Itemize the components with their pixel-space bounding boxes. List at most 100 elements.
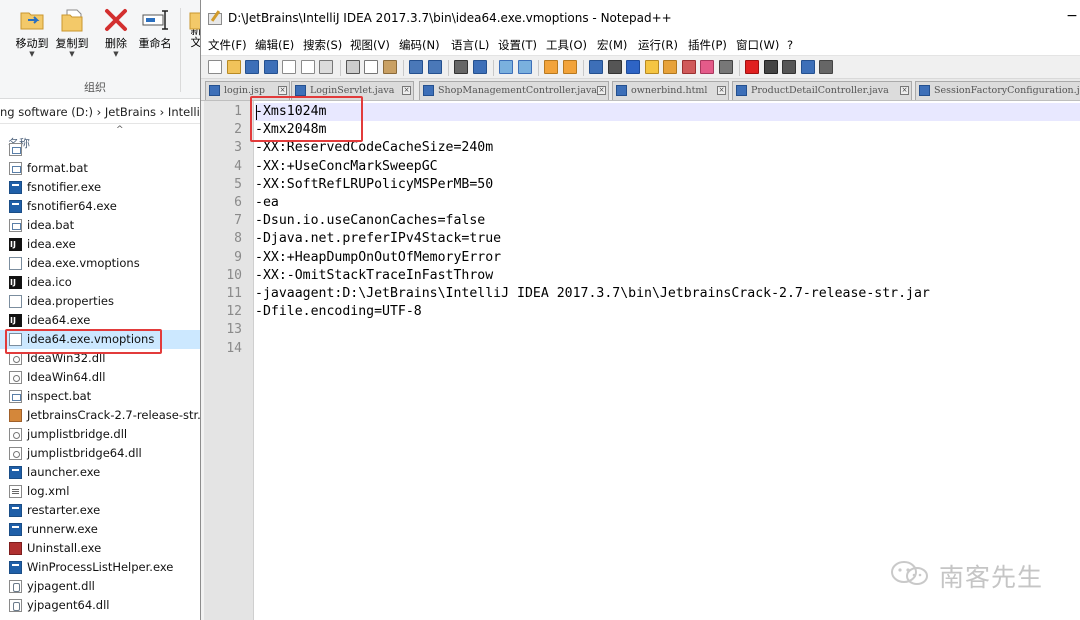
menu-item[interactable]: 插件(P) (688, 36, 727, 55)
file-tab[interactable]: SessionFactoryConfiguration.java (915, 81, 1080, 100)
doc-map-icon[interactable] (663, 60, 677, 74)
print-icon[interactable] (319, 60, 333, 74)
new-file-icon[interactable] (208, 60, 222, 74)
play-multiple-icon[interactable] (800, 60, 815, 74)
menu-item[interactable]: 视图(V) (350, 36, 390, 55)
menu-item[interactable]: 文件(F) (208, 36, 247, 55)
file-row[interactable]: idea.exe.vmoptions (0, 254, 205, 273)
code-line[interactable]: -ea (255, 194, 279, 212)
menu-item[interactable]: 窗口(W) (736, 36, 779, 55)
close-tab-icon[interactable]: × (900, 86, 909, 95)
undo-icon[interactable] (409, 60, 423, 74)
file-name: JetbrainsCrack-2.7-release-str.jar (27, 408, 205, 422)
code-line[interactable]: -javaagent:D:\JetBrains\IntelliJ IDEA 20… (255, 285, 930, 303)
line-number: 1 (234, 104, 242, 119)
file-tab[interactable]: ProductDetailController.java × (732, 81, 912, 100)
close-tab-icon[interactable]: × (278, 86, 287, 95)
code-line[interactable]: -Dfile.encoding=UTF-8 (255, 303, 422, 321)
menu-item[interactable]: 编辑(E) (255, 36, 294, 55)
file-row[interactable]: Uninstall.exe (0, 539, 205, 558)
record-macro-icon[interactable] (745, 60, 759, 74)
lang-icon[interactable] (644, 60, 659, 74)
indent-guide-icon[interactable] (626, 60, 640, 74)
file-row[interactable]: WinProcessListHelper.exe (0, 558, 205, 577)
sync-h-icon[interactable] (562, 60, 577, 74)
file-row[interactable]: IdeaWin64.dll (0, 368, 205, 387)
minimize-button[interactable]: − (1065, 8, 1079, 24)
copy-icon[interactable] (364, 60, 378, 74)
file-row[interactable]: JetbrainsCrack-2.7-release-str.jar (0, 406, 205, 425)
menu-item[interactable]: 宏(M) (597, 36, 627, 55)
close-all-icon[interactable] (300, 60, 315, 74)
menu-item[interactable]: 设置(T) (498, 36, 537, 55)
file-row[interactable]: launcher.exe (0, 463, 205, 482)
paste-icon[interactable] (382, 60, 397, 74)
word-wrap-icon[interactable] (589, 60, 603, 74)
file-row[interactable] (0, 140, 205, 159)
function-list-icon[interactable] (681, 60, 696, 74)
menu-item[interactable]: ? (787, 36, 793, 55)
code-line[interactable]: -XX:SoftRefLRUPolicyMSPerMB=50 (255, 176, 493, 194)
file-row[interactable]: runnerw.exe (0, 520, 205, 539)
line-number-gutter: 1 2 3 4 5 6 7 8 9 10 11 12 13 14 (204, 101, 254, 620)
close-tab-icon[interactable]: × (402, 86, 411, 95)
folder-workspace-icon[interactable] (700, 60, 714, 74)
copy-to-button[interactable]: 复制到 ▼ (52, 6, 92, 58)
code-line[interactable]: -XX:-OmitStackTraceInFastThrow (255, 267, 493, 285)
menu-item[interactable]: 运行(R) (638, 36, 678, 55)
redo-icon[interactable] (427, 60, 442, 74)
save-icon[interactable] (245, 60, 259, 74)
file-row[interactable]: idea.bat (0, 216, 205, 235)
text-editor[interactable]: -Xms1024m -Xmx2048m -XX:ReservedCodeCacheS… (255, 101, 1080, 620)
menu-item[interactable]: 搜索(S) (303, 36, 342, 55)
file-name: idea.exe (27, 237, 76, 251)
code-line[interactable]: -XX:+HeapDumpOnOutOfMemoryError (255, 249, 501, 267)
bat-icon (9, 143, 22, 156)
code-line[interactable]: -Dsun.io.useCanonCaches=false (255, 212, 485, 230)
file-row[interactable]: jumplistbridge64.dll (0, 444, 205, 463)
close-tab-icon[interactable]: × (717, 86, 726, 95)
file-row[interactable]: fsnotifier.exe (0, 178, 205, 197)
rename-button[interactable]: 重命名 (135, 6, 175, 58)
file-row[interactable]: idea.ico (0, 273, 205, 292)
file-row[interactable]: idea64.exe (0, 311, 205, 330)
cut-icon[interactable] (345, 60, 360, 74)
file-row[interactable]: format.bat (0, 159, 205, 178)
file-row[interactable]: yjpagent.dll (0, 577, 205, 596)
menu-item[interactable]: 编码(N) (399, 36, 440, 55)
save-all-icon[interactable] (263, 60, 278, 74)
file-row[interactable]: inspect.bat (0, 387, 205, 406)
find-icon[interactable] (454, 60, 468, 74)
file-row[interactable]: yjpagent64.dll (0, 596, 205, 615)
code-line[interactable]: -Djava.net.preferIPv4Stack=true (255, 230, 501, 248)
file-tab[interactable]: ShopManagementController.java × (419, 81, 609, 100)
file-row[interactable]: restarter.exe (0, 501, 205, 520)
title-bar[interactable]: D:\JetBrains\IntelliJ IDEA 2017.3.7\bin\… (201, 0, 1080, 36)
sync-v-icon[interactable] (544, 60, 558, 74)
move-to-button[interactable]: 移动到 ▼ (12, 6, 52, 58)
file-row[interactable]: jumplistbridge.dll (0, 425, 205, 444)
close-file-icon[interactable] (282, 60, 296, 74)
delete-button[interactable]: 删除 ▼ (96, 6, 136, 58)
code-line[interactable]: -XX:ReservedCodeCacheSize=240m (255, 139, 493, 157)
show-all-icon[interactable] (607, 60, 622, 74)
file-row[interactable]: idea.properties (0, 292, 205, 311)
file-row[interactable]: fsnotifier64.exe (0, 197, 205, 216)
play-macro-icon[interactable] (782, 60, 796, 74)
breadcrumb[interactable]: ng software (D:) › JetBrains › Intelli (0, 100, 205, 124)
zoom-out-icon[interactable] (517, 60, 532, 74)
code-line[interactable]: -XX:+UseConcMarkSweepGC (255, 158, 438, 176)
menu-item[interactable]: 工具(O) (546, 36, 587, 55)
file-tab[interactable]: ownerbind.html × (612, 81, 729, 100)
file-row[interactable]: log.xml (0, 482, 205, 501)
line-number: 11 (226, 286, 242, 301)
save-macro-icon[interactable] (819, 60, 833, 74)
close-tab-icon[interactable]: × (597, 86, 606, 95)
zoom-in-icon[interactable] (499, 60, 513, 74)
stop-record-icon[interactable] (763, 60, 778, 74)
replace-icon[interactable] (472, 60, 487, 74)
open-file-icon[interactable] (226, 60, 241, 74)
file-row[interactable]: idea.exe (0, 235, 205, 254)
monitor-icon[interactable] (718, 60, 733, 74)
menu-item[interactable]: 语言(L) (451, 36, 489, 55)
